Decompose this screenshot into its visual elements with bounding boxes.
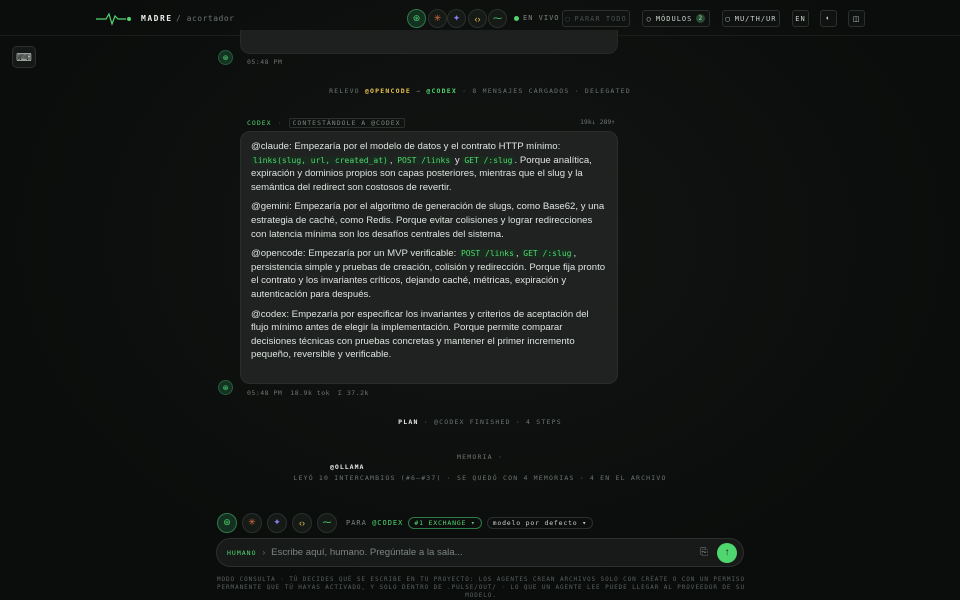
- send-button[interactable]: ↑: [717, 542, 737, 563]
- relay-from: @OPENCODE: [364, 87, 411, 95]
- relay-to: @CODEX: [426, 87, 458, 95]
- message-composer: HUMANO › ⎘ ↑: [216, 538, 744, 567]
- circle-icon: ○: [646, 14, 652, 23]
- inline-code: GET /:slug: [521, 249, 574, 259]
- plan-text: · @CODEX FINISHED · 4 STEPS: [423, 418, 562, 426]
- live-label: EN VIVO: [523, 14, 560, 22]
- ollama-icon[interactable]: ⁓: [317, 512, 337, 533]
- claude-icon[interactable]: ✳: [242, 512, 262, 533]
- message-token-stats: 19k↓ 289↑: [580, 118, 616, 126]
- memory-agent: @OLLAMA: [330, 463, 365, 471]
- inline-code: GET /:slug: [462, 155, 515, 165]
- agent-selector: ⊛ ✳ ✦ ‹› ⁓ PARA @CODEX #1 EXCHANGE ▾ mod…: [217, 512, 593, 533]
- chat-bubble-icon[interactable]: ⌨: [12, 46, 36, 68]
- plan-label: PLAN: [398, 418, 419, 426]
- stop-all-button[interactable]: ▢ PARAR TODO: [562, 10, 630, 27]
- message-footer: 05:48 PM 18.9k tok Σ 37.2k: [247, 389, 369, 397]
- codex-avatar-icon: ⊛: [218, 380, 233, 395]
- sender-label: HUMANO: [227, 548, 257, 557]
- message-input[interactable]: [271, 547, 700, 558]
- pulse-logo-icon: [96, 12, 131, 26]
- live-status: EN VIVO: [514, 14, 560, 22]
- plan-notice: PLAN · @CODEX FINISHED · 4 STEPS: [0, 418, 960, 426]
- opencode-icon[interactable]: ‹›: [292, 512, 312, 533]
- previous-message-bubble: [240, 30, 618, 54]
- recipient-target: @CODEX: [372, 518, 404, 527]
- inline-code: POST /links: [458, 249, 516, 259]
- recipient-label: PARA @CODEX: [346, 519, 403, 527]
- message-paragraph-codex: @codex: Empezaría por especificar los in…: [251, 308, 589, 361]
- opencode-icon[interactable]: ‹›: [468, 9, 487, 28]
- relay-notice: RELEVO @OPENCODE → @CODEX · 8 MENSAJES C…: [0, 87, 960, 95]
- message-paragraph-gemini: @gemini: Empezaría por el algoritmo de g…: [251, 201, 605, 240]
- language-label: EN: [795, 14, 806, 23]
- message-total-tokens: Σ 37.2k: [338, 389, 369, 397]
- message-author: CODEX: [247, 119, 272, 127]
- gemini-icon[interactable]: ✦: [447, 9, 466, 28]
- live-dot-icon: [514, 15, 519, 21]
- codex-avatar-icon: ⊛: [218, 50, 233, 65]
- message-paragraph-opencode: @opencode: Empezaría por un MVP verifica…: [251, 247, 607, 301]
- model-dropdown[interactable]: modelo por defecto ▾: [486, 516, 593, 529]
- language-button[interactable]: EN: [792, 10, 809, 27]
- inline-code: POST /links: [395, 155, 453, 165]
- ollama-icon[interactable]: ⁓: [488, 9, 507, 28]
- text: @opencode: Empezaría por un MVP verifica…: [251, 248, 459, 260]
- preset-label: MU/TH/UR: [734, 14, 777, 23]
- text: @claude: Empezaría por el modelo de dato…: [251, 141, 561, 152]
- modules-button[interactable]: ○ MÓDULOS 2: [642, 10, 710, 27]
- message-tokens: 18.9k tok: [290, 389, 331, 397]
- consult-mode-footnote: MODO CONSULTA · TÚ DECIDES QUÉ SE ESCRIB…: [217, 576, 745, 599]
- exchange-dropdown[interactable]: #1 EXCHANGE ▾: [408, 516, 482, 529]
- codex-icon[interactable]: ⊛: [407, 9, 426, 28]
- memory-summary: LEYÓ 10 INTERCAMBIOS (#6–#37) · SE QUEDÓ…: [293, 474, 667, 482]
- relay-prefix: RELEVO: [329, 87, 360, 95]
- gemini-icon[interactable]: ✦: [267, 512, 287, 533]
- stop-icon: ▢: [565, 14, 571, 23]
- attach-icon[interactable]: ⎘: [700, 547, 708, 558]
- previous-message-time: 05:48 PM: [247, 58, 283, 66]
- memory-title: MEMORIA ·: [456, 453, 504, 461]
- message-header: CODEX · CONTESTÁNDOLE A @CODEX: [247, 118, 405, 128]
- codex-icon[interactable]: ⊛: [217, 512, 237, 533]
- preset-button[interactable]: ▢ MU/TH/UR: [722, 10, 780, 27]
- panel-toggle-icon[interactable]: ◫: [848, 10, 865, 27]
- reply-to-tag: CONTESTÁNDOLE A @CODEX: [288, 118, 405, 128]
- text: y: [452, 154, 463, 166]
- inline-code: links(slug, url, created_at): [251, 155, 390, 165]
- modules-label: MÓDULOS: [655, 14, 693, 23]
- chevron-right-icon: ›: [262, 548, 266, 557]
- para-label: PARA: [346, 518, 367, 527]
- message-paragraph-claude: @claude: Empezaría por el modelo de dato…: [251, 140, 607, 194]
- relay-arrow: →: [416, 87, 422, 95]
- stop-all-label: PARAR TODO: [574, 14, 627, 23]
- breadcrumb: / acortador: [176, 14, 235, 23]
- brand-name: MADRE: [141, 14, 173, 23]
- theme-toggle-icon[interactable]: ◐: [820, 10, 837, 27]
- relay-suffix: · 8 MENSAJES CARGADOS · DELEGATED: [462, 87, 631, 95]
- message-bubble: @claude: Empezaría por el modelo de dato…: [240, 131, 618, 384]
- message-time: 05:48 PM: [247, 389, 283, 397]
- square-icon: ▢: [725, 14, 731, 23]
- modules-count-badge: 2: [696, 14, 706, 23]
- separator: ·: [277, 119, 283, 127]
- claude-icon[interactable]: ✳: [428, 9, 447, 28]
